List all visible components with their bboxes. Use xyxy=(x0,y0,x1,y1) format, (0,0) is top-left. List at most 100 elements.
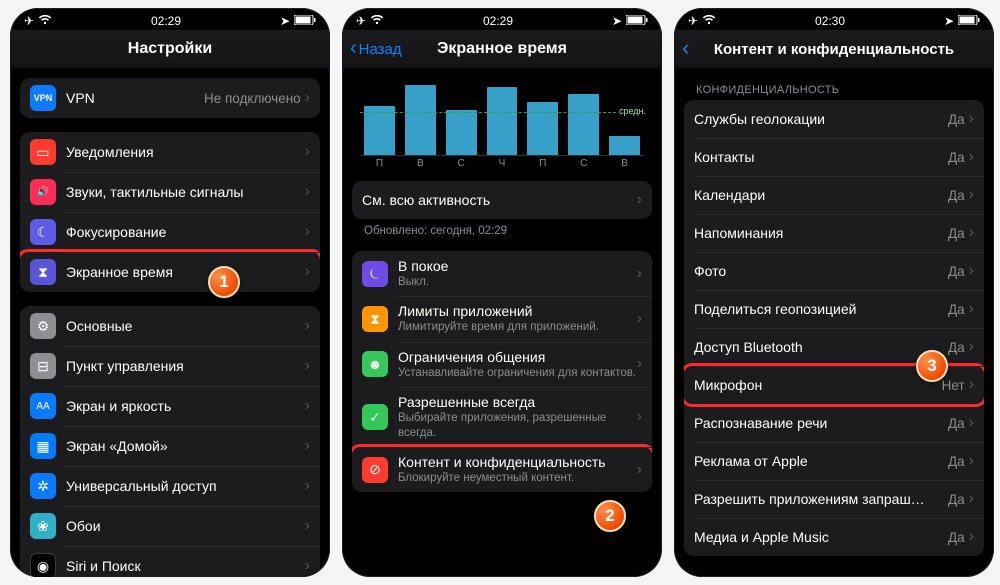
cell-label: Напоминания xyxy=(694,225,948,241)
cell-в-покое[interactable]: ⏾В покоеВыкл.› xyxy=(352,251,652,296)
cell-value: Да xyxy=(948,492,965,507)
cell-реклама-от-apple[interactable]: Реклама от AppleДа› xyxy=(684,442,984,480)
settings-group-2: ⚙Основные›⊟Пункт управления›AAЭкран и яр… xyxy=(20,306,320,577)
navbar: Настройки xyxy=(10,30,330,68)
cell-label: Универсальный доступ xyxy=(66,478,305,494)
chart-bar xyxy=(487,87,518,155)
chart-bar xyxy=(568,94,599,155)
cell-see-activity[interactable]: См. всю активность › xyxy=(352,181,652,219)
cell-subtitle: Выкл. xyxy=(398,275,637,289)
chevron-icon: › xyxy=(305,397,310,415)
cell-экран-домой-[interactable]: ▦Экран «Домой»› xyxy=(20,426,320,466)
back-button[interactable]: ‹ xyxy=(682,30,689,68)
cell-обои[interactable]: ❀Обои› xyxy=(20,506,320,546)
cell-label: Обои xyxy=(66,518,305,534)
phone-settings: ✈︎ 02:29 ➤ Настройки VPN VPN Не п xyxy=(10,8,330,577)
cell-службы-геолокации[interactable]: Службы геолокацииДа› xyxy=(684,100,984,138)
chevron-icon: › xyxy=(969,490,974,508)
cell-label: Поделиться геопозицией xyxy=(694,301,948,317)
battery-icon xyxy=(958,14,980,28)
cell-уведомления[interactable]: ▭Уведомления› xyxy=(20,132,320,172)
chevron-icon: › xyxy=(637,265,642,283)
settings-group-1: ▭Уведомления›🔊Звуки, тактильные сигналы›… xyxy=(20,132,320,292)
⧗-icon: ⧗ xyxy=(362,306,388,332)
navbar: ‹ Назад Экранное время xyxy=(342,30,662,68)
chevron-icon: › xyxy=(969,224,974,242)
cell-контент-и-конфиденциальность[interactable]: ⊘Контент и конфиденциальностьБлокируйте … xyxy=(352,447,652,492)
cell-siri-и-поиск[interactable]: ◉Siri и Поиск› xyxy=(20,546,320,577)
chevron-icon: › xyxy=(969,376,974,394)
battery-icon xyxy=(294,14,316,28)
cell-медиа-и-apple-music[interactable]: Медиа и Apple MusicДа › xyxy=(684,518,984,556)
cell-label: VPN xyxy=(66,90,204,106)
chevron-icon: › xyxy=(305,89,310,107)
wifi-icon xyxy=(702,14,716,28)
chevron-icon: › xyxy=(305,437,310,455)
back-button[interactable]: ‹ Назад xyxy=(350,30,402,68)
☾-icon: ☾ xyxy=(30,219,56,245)
battery-icon xyxy=(626,14,648,28)
cell-распознавание-речи[interactable]: Распознавание речиДа› xyxy=(684,404,984,442)
⊘-icon: ⊘ xyxy=(362,457,388,483)
cell-subtitle: Лимитируйте время для приложений. xyxy=(398,320,637,334)
cell-фото[interactable]: ФотоДа› xyxy=(684,252,984,290)
cell-разрешенные-всегда[interactable]: ✓Разрешенные всегдаВыбирайте приложения,… xyxy=(352,387,652,447)
cell-label: Контакты xyxy=(694,149,948,165)
cell-фокусирование[interactable]: ☾Фокусирование› xyxy=(20,212,320,252)
clock: 02:29 xyxy=(151,14,181,28)
chevron-icon: › xyxy=(637,461,642,479)
cell-label: Разрешенные всегда xyxy=(398,394,637,410)
cell-label: Пункт управления xyxy=(66,358,305,374)
AA-icon: AA xyxy=(30,393,56,419)
chevron-icon: › xyxy=(637,310,642,328)
airplane-icon: ✈︎ xyxy=(356,14,366,28)
day-label: С xyxy=(446,158,477,169)
statusbar: ✈︎ 02:30 ➤ xyxy=(674,8,994,30)
chevron-icon: › xyxy=(969,414,974,432)
chevron-icon: › xyxy=(305,357,310,375)
cell-label: Лимиты приложений xyxy=(398,303,637,319)
wifi-icon xyxy=(370,14,384,28)
cell-label: В покое xyxy=(398,258,637,274)
cell-ограничения-общения[interactable]: ☻Ограничения общенияУстанавливайте огран… xyxy=(352,342,652,387)
▭-icon: ▭ xyxy=(30,139,56,165)
chevron-icon: › xyxy=(637,408,642,426)
cell-value: Да xyxy=(948,530,965,545)
cell-лимиты-приложений[interactable]: ⧗ Лимиты приложенийЛимитируйте время для … xyxy=(352,296,652,341)
chart-bar xyxy=(364,106,395,155)
cell-value: Да xyxy=(948,416,965,431)
cell-универсальный-доступ[interactable]: ✲Универсальный доступ› xyxy=(20,466,320,506)
cell-поделиться-геопозицией[interactable]: Поделиться геопозициейДа› xyxy=(684,290,984,328)
updated-note: Обновлено: сегодня, 02:29 xyxy=(364,225,648,237)
▦-icon: ▦ xyxy=(30,433,56,459)
❀-icon: ❀ xyxy=(30,513,56,539)
chart-bar xyxy=(609,136,640,155)
chart-bar xyxy=(405,85,436,155)
cell-label: Службы геолокации xyxy=(694,111,948,127)
cell-пункт-управления[interactable]: ⊟Пункт управления› xyxy=(20,346,320,386)
cell-label: Медиа и Apple Music xyxy=(694,529,948,545)
cell-экранное-время[interactable]: ⧗Экранное время› xyxy=(20,252,320,292)
privacy-list: Службы геолокацииДа›КонтактыДа›Календари… xyxy=(684,100,984,556)
page-title: Настройки xyxy=(128,40,212,58)
chevron-icon: › xyxy=(305,263,310,281)
cell-label: Доступ Bluetooth xyxy=(694,339,948,355)
cell-label: Микрофон xyxy=(694,377,942,393)
cell-основные[interactable]: ⚙Основные› xyxy=(20,306,320,346)
✲-icon: ✲ xyxy=(30,473,56,499)
cell-контакты[interactable]: КонтактыДа› xyxy=(684,138,984,176)
cell-разрешить-приложениям-запраш-[interactable]: Разрешить приложениям запраш…Да› xyxy=(684,480,984,518)
🔊-icon: 🔊 xyxy=(30,179,56,205)
cell-экран-и-яркость[interactable]: AAЭкран и яркость› xyxy=(20,386,320,426)
chart-bar xyxy=(446,110,477,155)
chevron-icon: › xyxy=(969,528,974,546)
cell-label: Фокусирование xyxy=(66,224,305,240)
cell-напоминания[interactable]: НапоминанияДа › xyxy=(684,214,984,252)
cell-звуки-тактильные-сигналы[interactable]: 🔊Звуки, тактильные сигналы› xyxy=(20,172,320,212)
cell-value: Да xyxy=(948,226,965,241)
statusbar: ✈︎ 02:29 ➤ xyxy=(342,8,662,30)
vpn-group: VPN VPN Не подключено › xyxy=(20,78,320,118)
cell-календари[interactable]: КалендариДа› xyxy=(684,176,984,214)
cell-vpn[interactable]: VPN VPN Не подключено › xyxy=(20,78,320,118)
day-label: С xyxy=(568,158,599,169)
